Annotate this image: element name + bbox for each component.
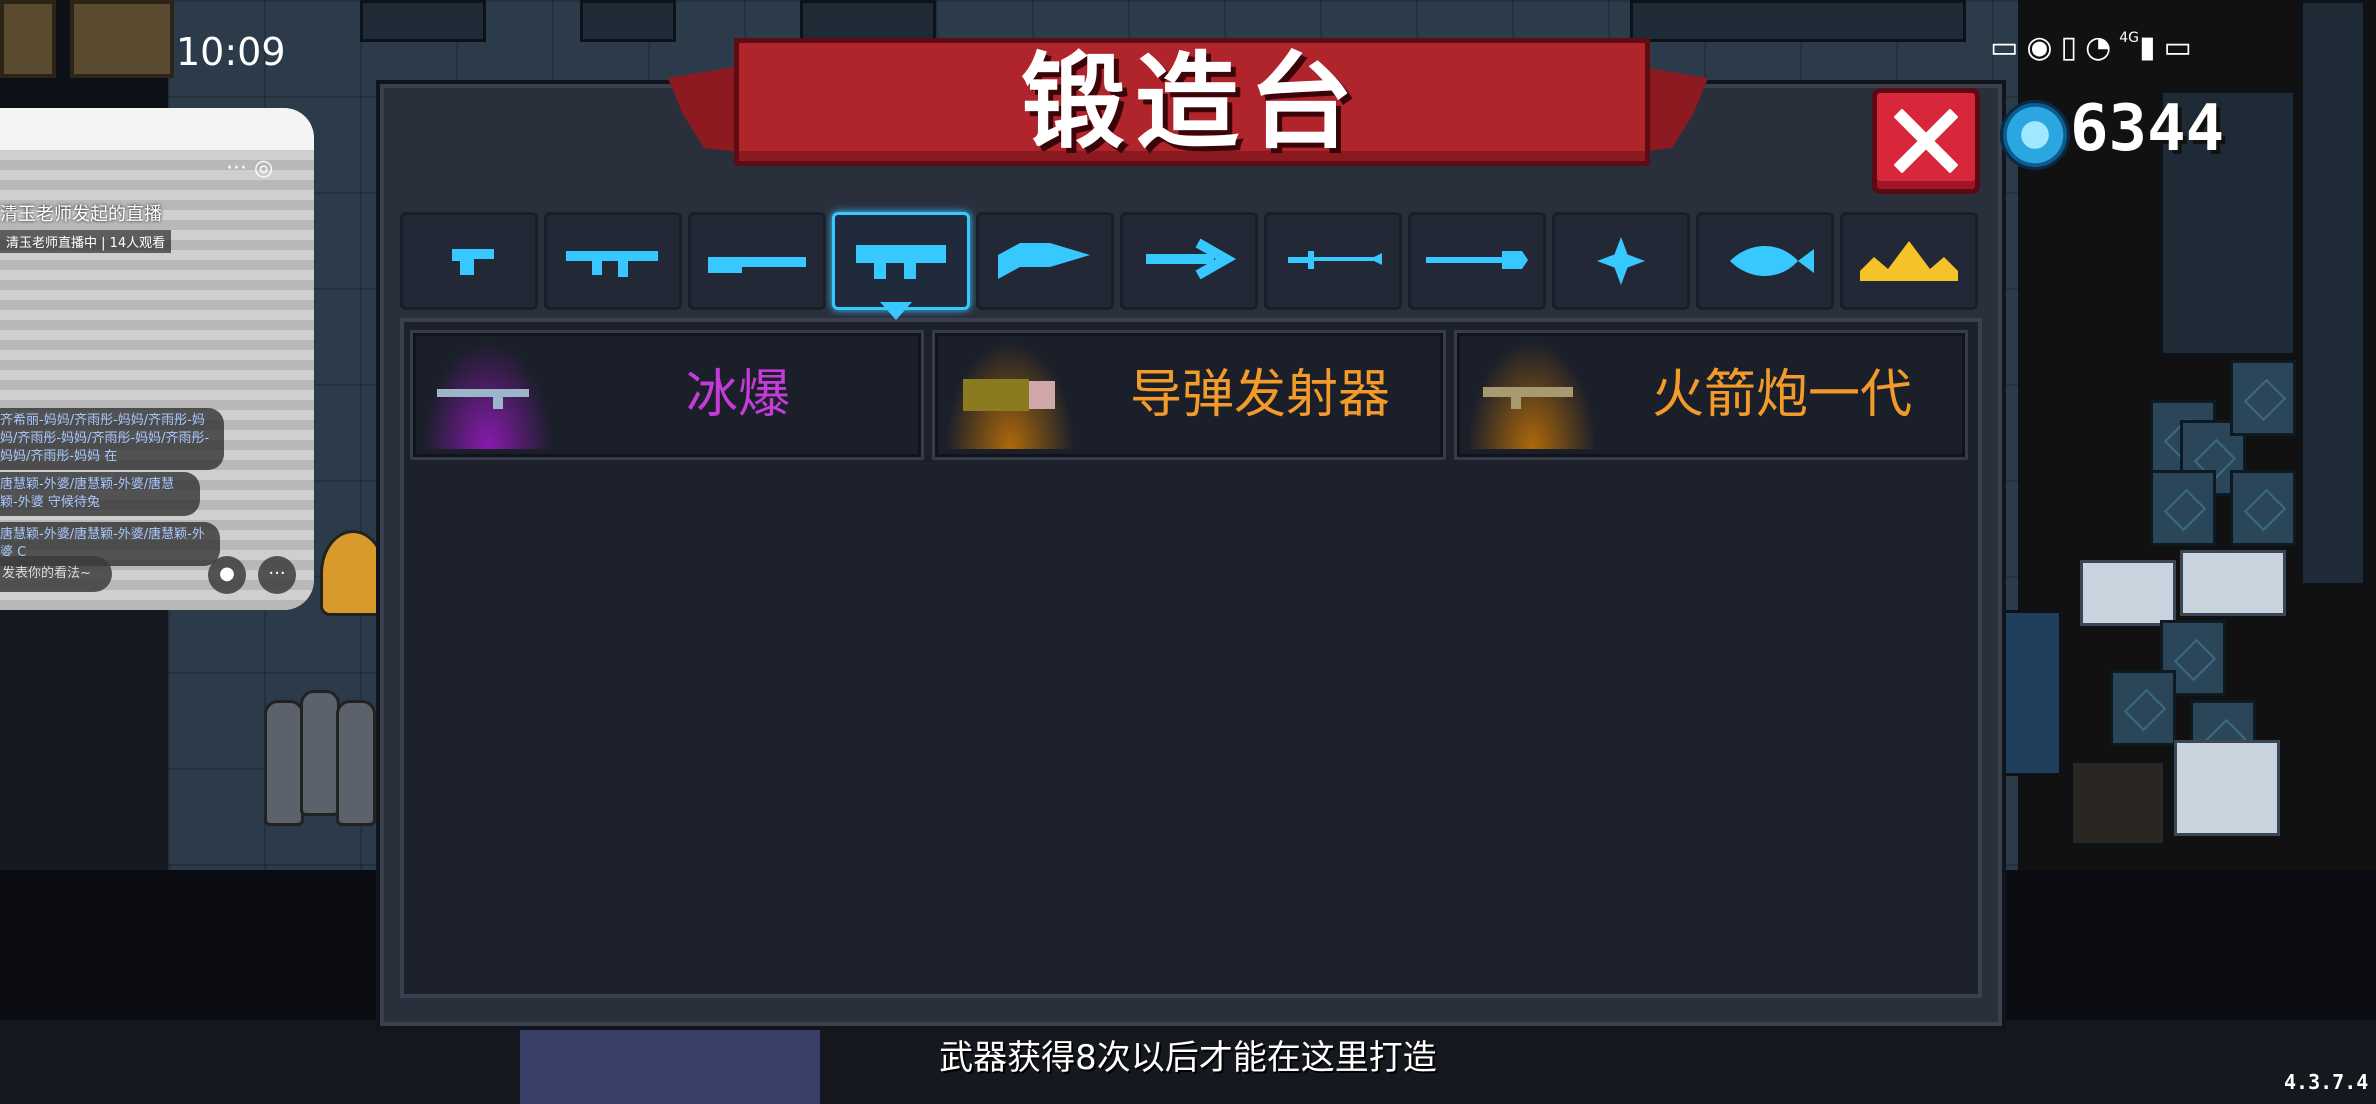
wall-painting <box>0 0 56 78</box>
live-comment: 齐希丽-妈妈/齐雨彤-妈妈/齐雨彤-妈妈/齐雨彤-妈妈/齐雨彤-妈妈/齐雨彤-妈… <box>0 408 224 470</box>
weapon-name: 火箭炮一代 <box>1651 365 1912 425</box>
forge-hint: 武器获得8次以后才能在这里打造 <box>939 1038 1437 1078</box>
signal-icon: ▮ <box>2139 30 2164 65</box>
tab-laser-gun[interactable] <box>976 212 1114 310</box>
wall-shelf <box>800 0 936 42</box>
battery-icon: ▭ <box>2163 30 2200 65</box>
more-button[interactable]: ··· <box>258 556 296 594</box>
network-type: 4G <box>2119 30 2140 46</box>
tab-pistol[interactable] <box>400 212 538 310</box>
shuriken-icon <box>1597 237 1645 285</box>
fish-icon <box>1730 246 1814 276</box>
tab-bow[interactable] <box>1120 212 1258 310</box>
forge-title: 锻造台 <box>1020 41 1363 163</box>
water-tank <box>2000 610 2062 776</box>
active-tab-pointer <box>880 302 912 320</box>
gas-tank <box>336 700 376 826</box>
gas-tank <box>264 700 304 826</box>
close-icon <box>1894 109 1958 173</box>
live-stream-window[interactable]: ··· ◎ 清玉老师发起的直播 清玉老师直播中 | 14人观看 齐希丽-妈妈/齐… <box>0 108 314 610</box>
crate <box>2230 470 2296 546</box>
sword-icon <box>1288 251 1382 269</box>
missile-launcher-weapon-icon <box>963 379 1055 411</box>
version-label: 4.3.7.4 <box>2284 1070 2369 1094</box>
gem-currency-icon <box>2000 100 2070 170</box>
wall-shelf <box>1630 0 1966 42</box>
spear-icon <box>1426 251 1528 269</box>
rocket-launcher-icon <box>856 245 946 279</box>
weapon-card-rocket-cannon[interactable]: 火箭炮一代 <box>1454 330 1968 460</box>
pistol-icon <box>452 249 494 275</box>
weapon-name: 导弹发射器 <box>1129 365 1390 425</box>
lab-machine <box>2180 550 2286 616</box>
live-comment-input[interactable]: 发表你的看法~ <box>0 556 112 592</box>
cast-icon: ▭ <box>1990 30 2027 65</box>
wall-shelf <box>580 0 676 42</box>
live-window-header <box>0 108 314 150</box>
workbench <box>2070 760 2166 846</box>
weapon-name: 冰爆 <box>685 365 790 425</box>
assault-rifle-icon <box>566 251 658 277</box>
tab-rocket-launcher[interactable] <box>832 212 970 310</box>
gem-count: 6344 <box>2070 92 2225 166</box>
gas-tank <box>300 690 340 816</box>
status-time: 10:09 <box>176 30 286 74</box>
shotgun-icon <box>708 257 806 273</box>
tab-assault-rifle[interactable] <box>544 212 682 310</box>
eye-icon: ◉ <box>2026 30 2061 65</box>
live-window-menu[interactable]: ··· ◎ <box>226 156 273 181</box>
wall-pipe <box>2300 0 2366 586</box>
close-button[interactable] <box>1872 88 1980 194</box>
wall-shelf <box>360 0 486 42</box>
wifi-icon: ◔ <box>2085 30 2120 65</box>
weapon-card-missile-launcher[interactable]: 导弹发射器 <box>932 330 1446 460</box>
tab-fish[interactable] <box>1696 212 1834 310</box>
live-title: 清玉老师发起的直播 <box>0 204 162 225</box>
tab-shotgun[interactable] <box>688 212 826 310</box>
crate <box>2110 670 2176 746</box>
live-comment: 唐慧颖-外婆/唐慧颖-外婆/唐慧颖-外婆 守候待兔 <box>0 472 200 516</box>
tab-shuriken[interactable] <box>1552 212 1690 310</box>
lab-machine <box>2080 560 2176 626</box>
bow-icon <box>1146 238 1237 280</box>
crate <box>2150 470 2216 546</box>
rocket-cannon-weapon-icon <box>1483 387 1573 409</box>
laser-gun-icon <box>998 243 1090 279</box>
live-subtitle: 清玉老师直播中 | 14人观看 <box>0 230 172 253</box>
tab-sword[interactable] <box>1264 212 1402 310</box>
ice-blast-weapon-icon <box>437 389 529 409</box>
status-icons: ▭◉▯◔4G▮▭ <box>1990 30 2200 65</box>
wall-painting <box>70 0 174 78</box>
left-wall <box>0 600 168 870</box>
lab-machine <box>2174 740 2280 836</box>
weapon-card-ice-blast[interactable]: 冰爆 <box>410 330 924 460</box>
tab-spear[interactable] <box>1408 212 1546 310</box>
crown-icon <box>1860 241 1958 281</box>
like-icon[interactable]: ● <box>208 556 246 594</box>
crate <box>2230 360 2296 436</box>
vibrate-icon: ▯ <box>2060 30 2086 65</box>
tab-special[interactable] <box>1840 212 1978 310</box>
